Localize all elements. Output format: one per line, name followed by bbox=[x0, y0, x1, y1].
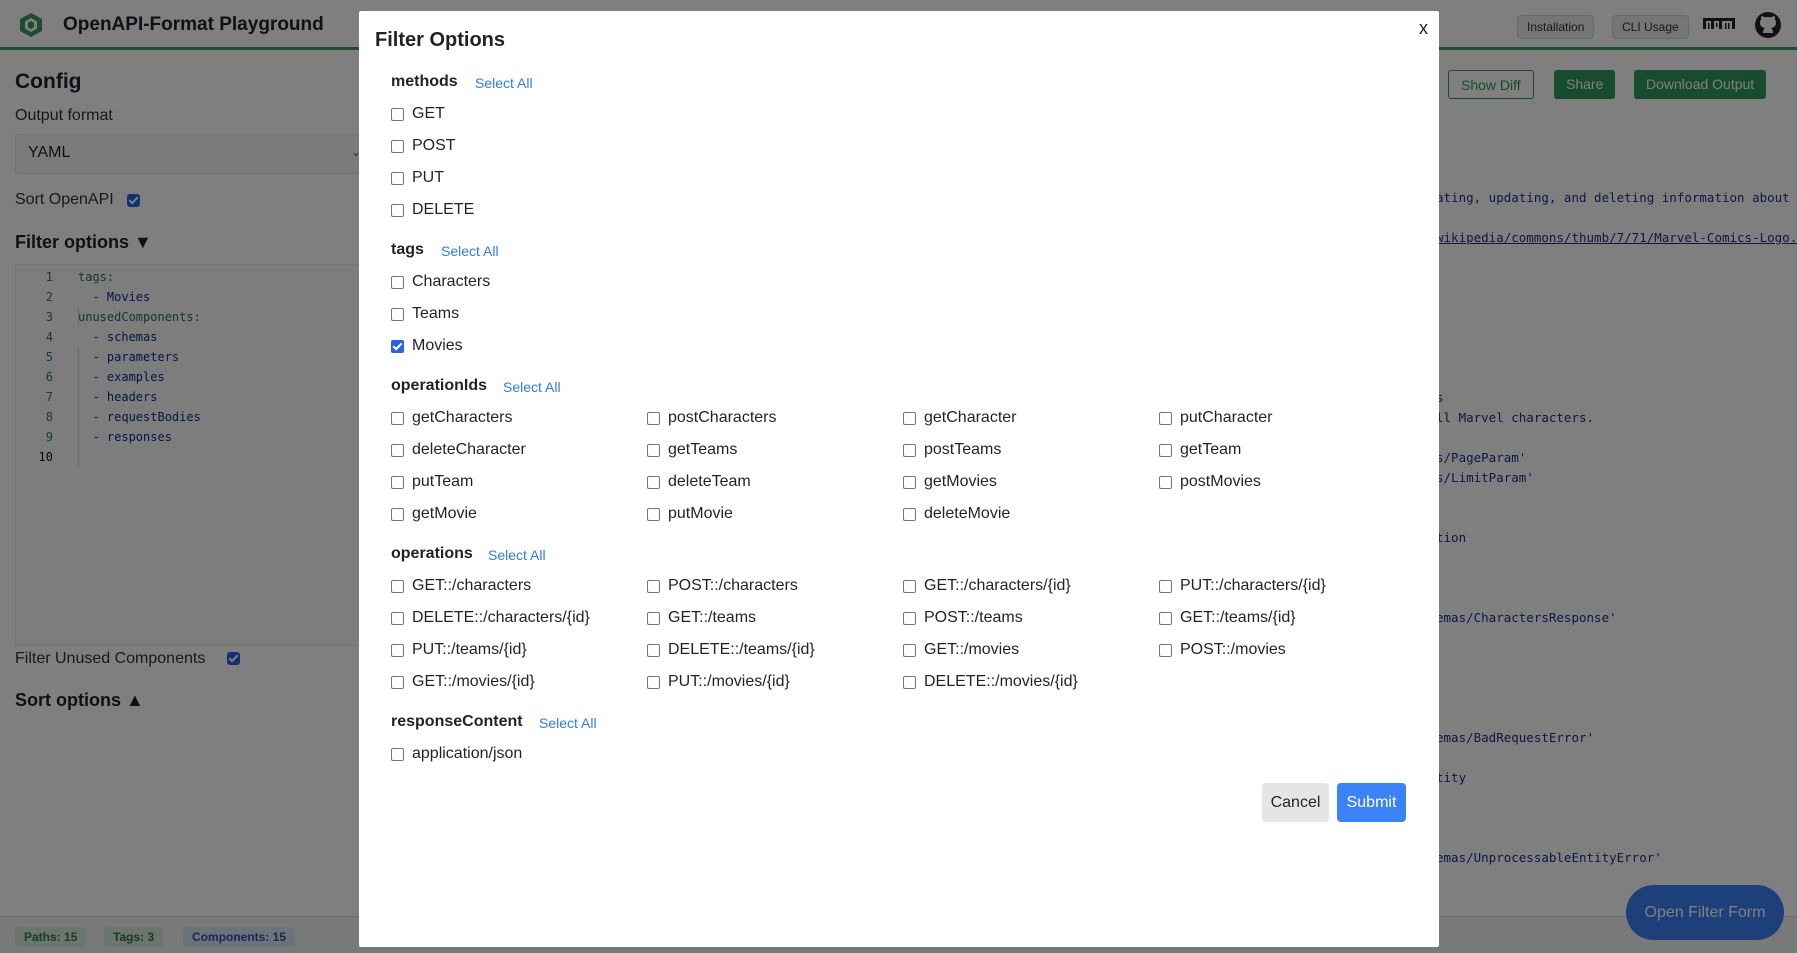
checkbox[interactable] bbox=[391, 580, 404, 593]
filter-options-modal: Filter Options x methods Select All GET … bbox=[359, 11, 1439, 947]
group-title-operationids: operationIds bbox=[391, 377, 488, 394]
select-all-operations[interactable]: Select All bbox=[488, 547, 546, 563]
checkbox[interactable] bbox=[391, 308, 404, 321]
checkbox[interactable] bbox=[391, 676, 404, 689]
checkbox[interactable] bbox=[903, 508, 916, 521]
checkbox[interactable] bbox=[1159, 612, 1172, 625]
checkbox[interactable] bbox=[903, 580, 916, 593]
checkbox[interactable] bbox=[391, 508, 404, 521]
checkbox[interactable] bbox=[1159, 644, 1172, 657]
checkbox[interactable] bbox=[391, 204, 404, 217]
checkbox[interactable] bbox=[1159, 580, 1172, 593]
checkbox[interactable] bbox=[903, 612, 916, 625]
checkbox[interactable] bbox=[647, 676, 660, 689]
checkbox[interactable] bbox=[391, 172, 404, 185]
checkbox[interactable] bbox=[391, 108, 404, 121]
checkbox[interactable] bbox=[1159, 412, 1172, 425]
checkbox[interactable] bbox=[903, 644, 916, 657]
select-all-responsecontent[interactable]: Select All bbox=[539, 715, 597, 731]
checkbox[interactable] bbox=[903, 676, 916, 689]
checkbox[interactable] bbox=[391, 140, 404, 153]
checkbox[interactable] bbox=[391, 444, 404, 457]
submit-button[interactable]: Submit bbox=[1337, 783, 1406, 822]
checkbox[interactable] bbox=[647, 580, 660, 593]
cancel-button[interactable]: Cancel bbox=[1262, 783, 1329, 822]
checkbox[interactable] bbox=[647, 444, 660, 457]
select-all-tags[interactable]: Select All bbox=[441, 243, 499, 259]
checkbox[interactable] bbox=[391, 612, 404, 625]
group-title-operations: operations bbox=[391, 545, 473, 562]
checkbox[interactable] bbox=[391, 476, 404, 489]
checkbox[interactable] bbox=[647, 644, 660, 657]
checkbox-checked[interactable] bbox=[391, 340, 404, 353]
checkbox[interactable] bbox=[647, 508, 660, 521]
group-title-tags: tags bbox=[391, 241, 424, 258]
close-icon[interactable]: x bbox=[1419, 18, 1428, 39]
checkbox[interactable] bbox=[391, 412, 404, 425]
select-all-methods[interactable]: Select All bbox=[475, 75, 533, 91]
checkbox[interactable] bbox=[391, 276, 404, 289]
select-all-operationids[interactable]: Select All bbox=[503, 379, 561, 395]
checkbox[interactable] bbox=[903, 476, 916, 489]
checkbox[interactable] bbox=[391, 748, 404, 761]
checkbox[interactable] bbox=[647, 612, 660, 625]
checkbox[interactable] bbox=[391, 644, 404, 657]
group-title-methods: methods bbox=[391, 73, 458, 90]
checkbox[interactable] bbox=[647, 476, 660, 489]
modal-title: Filter Options bbox=[375, 29, 505, 51]
checkbox[interactable] bbox=[1159, 444, 1172, 457]
checkbox[interactable] bbox=[903, 412, 916, 425]
checkbox[interactable] bbox=[903, 444, 916, 457]
group-title-responsecontent: responseContent bbox=[391, 713, 523, 730]
checkbox[interactable] bbox=[647, 412, 660, 425]
checkbox[interactable] bbox=[1159, 476, 1172, 489]
